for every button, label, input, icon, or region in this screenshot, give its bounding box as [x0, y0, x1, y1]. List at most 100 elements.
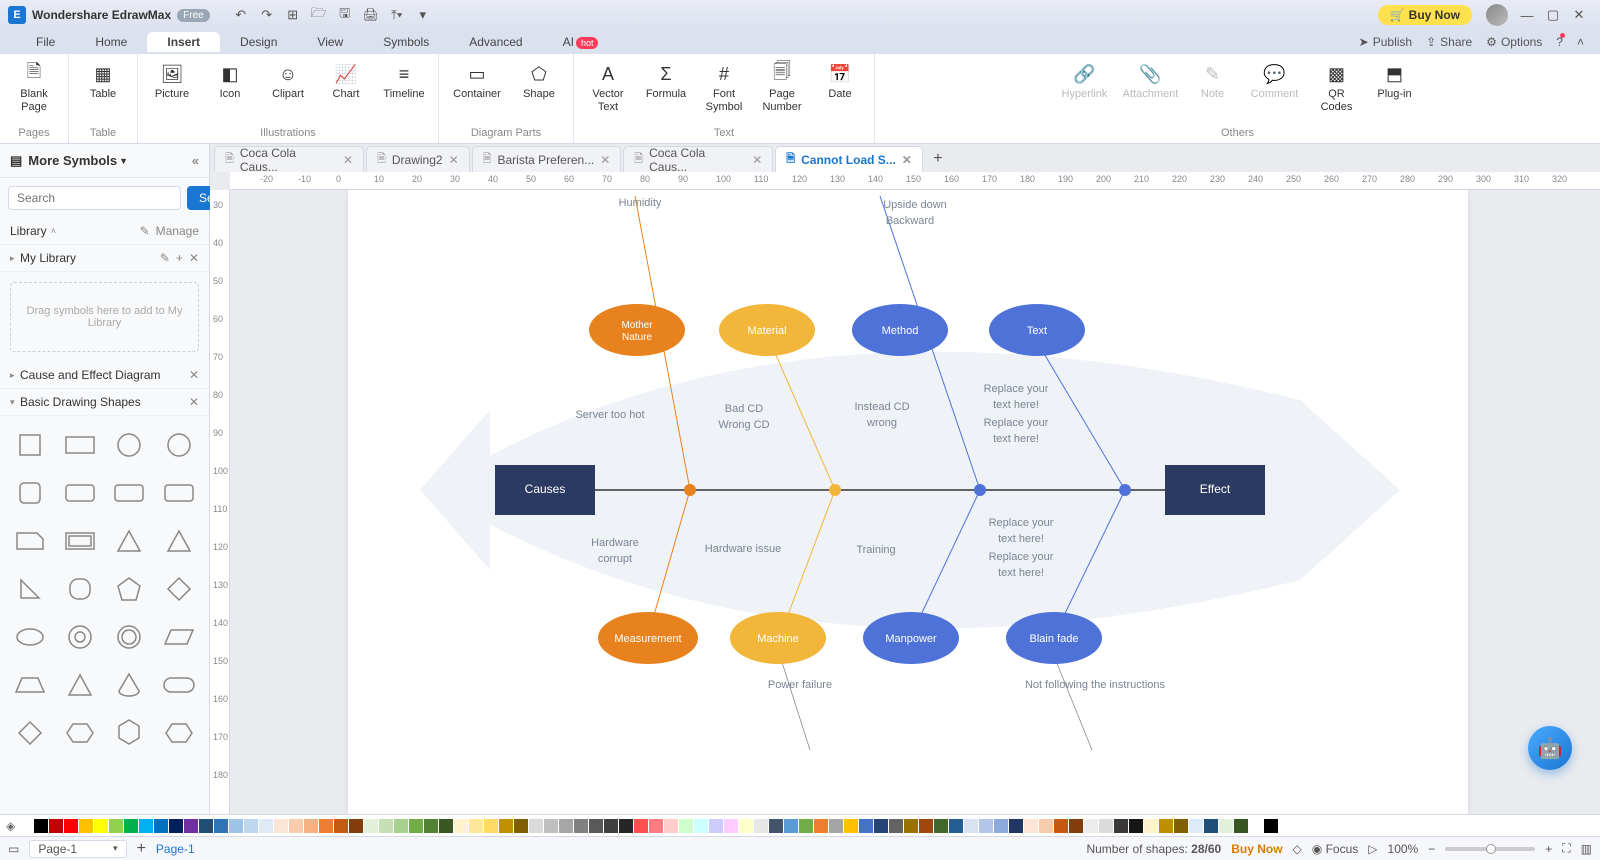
- color-swatch[interactable]: [1039, 819, 1053, 833]
- shape-diamond[interactable]: [159, 570, 199, 608]
- mylibrary-dropzone[interactable]: Drag symbols here to add to My Library: [10, 282, 199, 352]
- color-swatch[interactable]: [1189, 819, 1203, 833]
- fit-page-icon[interactable]: ⛶: [1562, 841, 1570, 856]
- color-swatch[interactable]: [454, 819, 468, 833]
- color-picker-icon[interactable]: ◈: [6, 819, 15, 833]
- canvas-page[interactable]: Causes Effect MotherNature Material Meth…: [230, 190, 1600, 814]
- blank-page-button[interactable]: 🗎BlankPage: [8, 58, 60, 113]
- color-swatch[interactable]: [664, 819, 678, 833]
- mylib-edit-icon[interactable]: ✎: [160, 251, 170, 265]
- tab-close-icon[interactable]: ✕: [343, 153, 353, 167]
- shape-rect[interactable]: [60, 426, 100, 464]
- color-swatch[interactable]: [289, 819, 303, 833]
- shape-triangle2[interactable]: [159, 522, 199, 560]
- color-swatch[interactable]: [1234, 819, 1248, 833]
- mylib-add-icon[interactable]: +: [176, 251, 183, 265]
- color-swatch[interactable]: [694, 819, 708, 833]
- color-swatch[interactable]: [619, 819, 633, 833]
- color-swatch[interactable]: [559, 819, 573, 833]
- shape-hexagon3[interactable]: [159, 714, 199, 752]
- tab-close-icon[interactable]: ✕: [902, 153, 912, 167]
- color-swatch[interactable]: [1009, 819, 1023, 833]
- menu-insert[interactable]: Insert: [147, 32, 220, 52]
- shape-hexagon2[interactable]: [110, 714, 150, 752]
- color-swatch[interactable]: [1264, 819, 1278, 833]
- color-swatch[interactable]: [34, 819, 48, 833]
- color-swatch[interactable]: [1159, 819, 1173, 833]
- color-swatch[interactable]: [349, 819, 363, 833]
- zoom-level[interactable]: 100%: [1388, 842, 1419, 856]
- color-swatch[interactable]: [634, 819, 648, 833]
- assistant-floating-button[interactable]: 🤖: [1528, 726, 1572, 770]
- zoom-slider[interactable]: [1445, 847, 1535, 851]
- color-swatch[interactable]: [424, 819, 438, 833]
- shape-button[interactable]: ⬠Shape: [513, 58, 565, 101]
- color-swatch[interactable]: [1069, 819, 1083, 833]
- color-swatch[interactable]: [544, 819, 558, 833]
- color-swatch[interactable]: [949, 819, 963, 833]
- shape-frame[interactable]: [60, 522, 100, 560]
- color-swatch[interactable]: [679, 819, 693, 833]
- tab-close-icon[interactable]: ✕: [752, 153, 762, 167]
- shape-triangle3[interactable]: [60, 666, 100, 704]
- new-icon[interactable]: ⊞: [280, 2, 306, 28]
- container-button[interactable]: ▭Container: [447, 58, 507, 101]
- shape-trapezoid[interactable]: [10, 666, 50, 704]
- qrcodes-button[interactable]: ▩QRCodes: [1311, 58, 1363, 113]
- group-close-icon[interactable]: ✕: [189, 368, 199, 382]
- shape-roundrect3[interactable]: [159, 474, 199, 512]
- focus-mode[interactable]: ◉ Focus: [1312, 842, 1359, 856]
- doc-tab[interactable]: 🗎Coca Cola Caus...✕: [623, 146, 773, 172]
- color-swatch[interactable]: [409, 819, 423, 833]
- share-button[interactable]: ⇪Share: [1426, 35, 1472, 49]
- color-swatch[interactable]: [979, 819, 993, 833]
- color-swatch[interactable]: [724, 819, 738, 833]
- manage-icon[interactable]: ✎: [140, 224, 150, 238]
- color-swatch[interactable]: [814, 819, 828, 833]
- table-button[interactable]: ▦Table: [77, 58, 129, 101]
- page-layout-icon[interactable]: ▭: [8, 842, 19, 856]
- color-swatch[interactable]: [214, 819, 228, 833]
- color-swatch[interactable]: [784, 819, 798, 833]
- sidebar-search-input[interactable]: [8, 186, 181, 210]
- note-button[interactable]: ✎Note: [1187, 58, 1239, 101]
- sidebar-collapse-icon[interactable]: «: [192, 153, 199, 168]
- tab-close-icon[interactable]: ✕: [600, 153, 610, 167]
- user-avatar[interactable]: [1486, 4, 1508, 26]
- color-swatch[interactable]: [889, 819, 903, 833]
- menu-symbols[interactable]: Symbols: [363, 32, 449, 52]
- page-selector[interactable]: Page-1▾: [29, 840, 126, 858]
- color-swatch[interactable]: [799, 819, 813, 833]
- color-swatch[interactable]: [259, 819, 273, 833]
- shape-righttri[interactable]: [10, 570, 50, 608]
- color-swatch[interactable]: [844, 819, 858, 833]
- color-swatch[interactable]: [109, 819, 123, 833]
- menu-design[interactable]: Design: [220, 32, 297, 52]
- color-swatch[interactable]: [1249, 819, 1263, 833]
- color-swatch[interactable]: [49, 819, 63, 833]
- menu-home[interactable]: Home: [75, 32, 147, 52]
- color-swatch[interactable]: [274, 819, 288, 833]
- color-swatch[interactable]: [394, 819, 408, 833]
- redo-icon[interactable]: ↷: [254, 2, 280, 28]
- shape-square[interactable]: [10, 426, 50, 464]
- color-swatch[interactable]: [1099, 819, 1113, 833]
- color-swatch[interactable]: [94, 819, 108, 833]
- clipart-button[interactable]: ☺Clipart: [262, 58, 314, 101]
- shape-pentagon[interactable]: [110, 570, 150, 608]
- color-swatch[interactable]: [499, 819, 513, 833]
- color-swatch[interactable]: [709, 819, 723, 833]
- sidebar-group-cause-effect[interactable]: ▸Cause and Effect Diagram ✕: [0, 362, 209, 389]
- color-swatch[interactable]: [19, 819, 33, 833]
- color-swatch[interactable]: [994, 819, 1008, 833]
- minimize-icon[interactable]: —: [1514, 2, 1540, 28]
- sidebar-group-mylibrary[interactable]: ▸My Library ✎+✕: [0, 245, 209, 272]
- tab-close-icon[interactable]: ✕: [449, 153, 459, 167]
- panels-icon[interactable]: ▥: [1581, 842, 1592, 856]
- icon-button[interactable]: ◧Icon: [204, 58, 256, 101]
- print-icon[interactable]: 🖨: [358, 2, 384, 28]
- shape-roundrect[interactable]: [60, 474, 100, 512]
- color-swatch[interactable]: [964, 819, 978, 833]
- color-swatch[interactable]: [589, 819, 603, 833]
- color-swatch[interactable]: [124, 819, 138, 833]
